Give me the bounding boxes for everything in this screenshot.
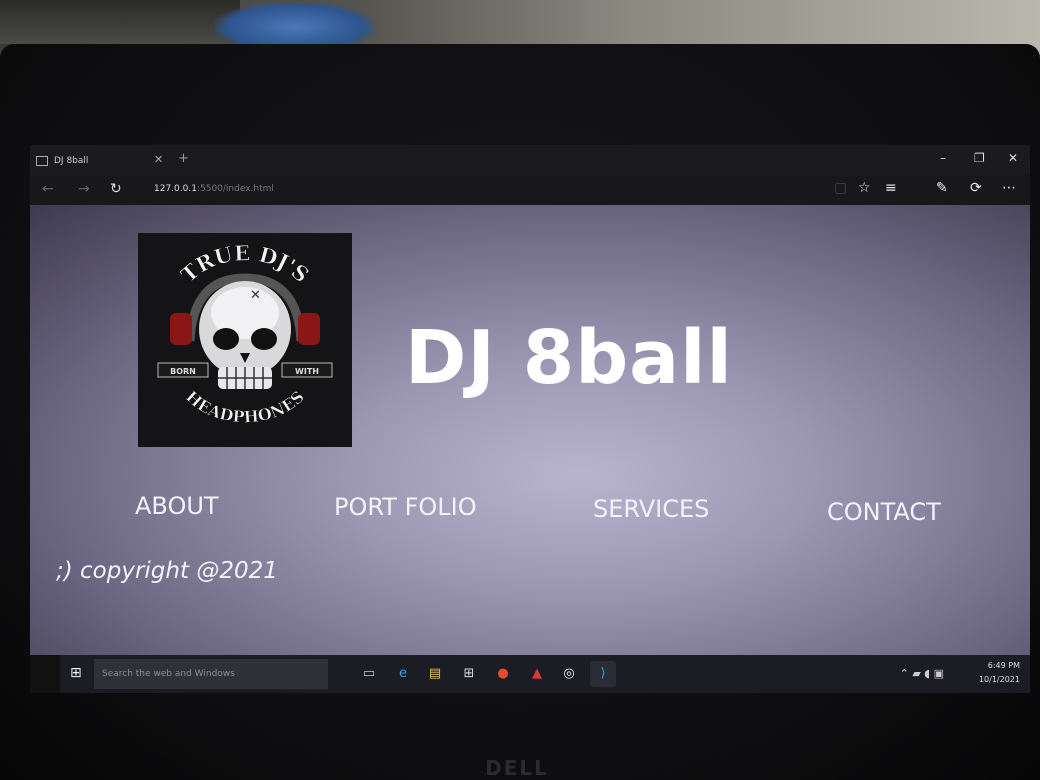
clock[interactable]: 6:49 PM 10/1/2021: [979, 659, 1020, 687]
clock-time: 6:49 PM: [987, 661, 1020, 670]
nav-services-link[interactable]: SERVICES: [593, 495, 709, 523]
nav-portfolio-link[interactable]: PORT FOLIO: [334, 493, 477, 521]
web-note-icon[interactable]: ✎: [936, 180, 948, 196]
taskbar-search-input[interactable]: Search the web and Windows: [94, 659, 328, 689]
address-bar: ← → ↻ 127.0.0.1:5500/index.html ▢ ☆ ≡ ✎ …: [30, 175, 1030, 205]
taskbar: ⊞ Search the web and Windows ▭ e ▤ ⊞ ● ▲…: [60, 655, 1030, 693]
adobe-icon[interactable]: ▲: [524, 661, 550, 687]
dj-logo-image: TRUE DJ'S HEADPHONES ✕ BORN WITH: [138, 233, 352, 447]
store-icon[interactable]: ⊞: [456, 661, 482, 687]
web-page: TRUE DJ'S HEADPHONES ✕ BORN WITH DJ 8bal…: [30, 205, 1030, 655]
brand-logo: DELL: [485, 756, 549, 780]
page-title: DJ 8ball: [405, 315, 733, 401]
start-windows-icon[interactable]: ⊞: [70, 665, 82, 681]
minimize-icon[interactable]: –: [940, 151, 946, 165]
back-icon[interactable]: ←: [42, 181, 54, 197]
new-tab-icon[interactable]: +: [178, 151, 189, 166]
more-icon[interactable]: ⋯: [1002, 180, 1016, 196]
share-icon[interactable]: ⟳: [970, 180, 982, 196]
tab-title: DJ 8ball: [54, 156, 89, 166]
url-host: 127.0.0.1: [154, 184, 197, 194]
svg-text:✕: ✕: [250, 288, 261, 303]
laptop-screen: DJ 8ball ✕ + – ❐ ✕ ← → ↻ 127.0.0.1:5500/…: [30, 145, 1030, 693]
logo-right-text: WITH: [295, 367, 319, 376]
system-tray-icons[interactable]: ⌃ ▰ ◖ ▣: [900, 667, 944, 680]
favorite-star-icon[interactable]: ☆: [858, 180, 871, 196]
tab-favicon-icon: [36, 156, 48, 166]
logo-left-text: BORN: [170, 367, 196, 376]
close-window-icon[interactable]: ✕: [1008, 151, 1018, 165]
file-explorer-icon[interactable]: ▤: [422, 661, 448, 687]
vscode-icon[interactable]: ⟩: [590, 661, 616, 687]
edge-browser-icon[interactable]: e: [390, 661, 416, 687]
restore-icon[interactable]: ❐: [974, 151, 985, 165]
tab-bar: DJ 8ball ✕ + – ❐ ✕: [30, 145, 1030, 175]
powerpoint-icon[interactable]: ●: [490, 661, 516, 687]
hub-icon[interactable]: ≡: [885, 180, 897, 196]
task-view-icon[interactable]: ▭: [356, 661, 382, 687]
table: [0, 0, 240, 44]
url-field[interactable]: 127.0.0.1:5500/index.html: [154, 184, 274, 194]
forward-icon[interactable]: →: [78, 181, 90, 197]
clock-date: 10/1/2021: [978, 675, 1020, 684]
nav-contact-link[interactable]: CONTACT: [827, 498, 941, 526]
refresh-icon[interactable]: ↻: [110, 181, 122, 197]
reading-view-icon[interactable]: ▢: [834, 180, 847, 196]
chrome-icon[interactable]: ◎: [556, 661, 582, 687]
url-path: :5500/index.html: [196, 184, 274, 194]
nav-about-link[interactable]: ABOUT: [135, 492, 219, 520]
copyright-text: ;) copyright @2021: [56, 558, 278, 584]
tab-close-icon[interactable]: ✕: [154, 153, 163, 166]
